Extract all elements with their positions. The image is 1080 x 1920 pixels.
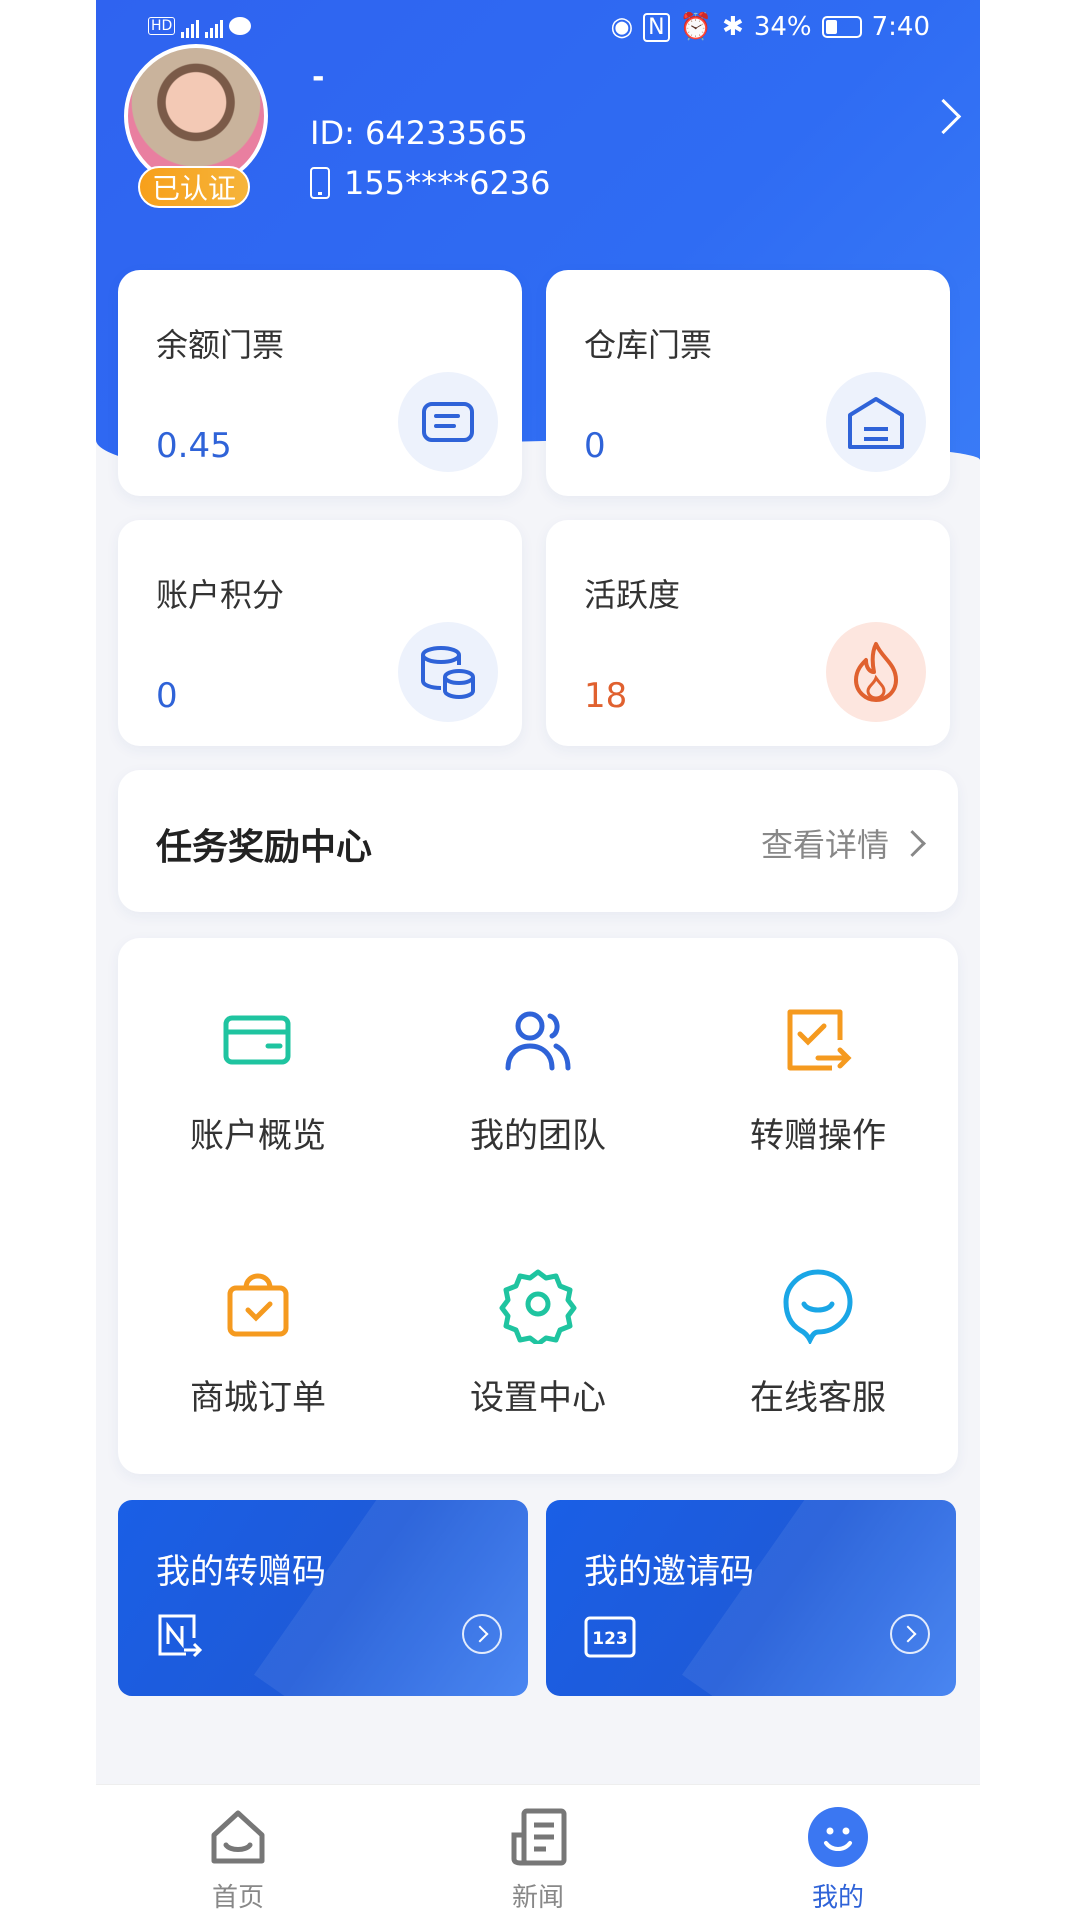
stat-label: 余额门票 [156,326,285,364]
stat-value: 0 [156,676,178,716]
transfer-icon [778,1002,858,1082]
tab-mine[interactable]: 我的 [758,1805,918,1914]
app-screen: HD ◉ N ⏰ ✱ 34% 7:40 已认证 - ID: 64233565 1… [96,0,980,1920]
signal-icon-2 [205,14,224,38]
grid-item-settings[interactable]: 设置中心 [398,1200,678,1440]
balance-ticket-card[interactable]: 余额门票 0.45 [118,270,522,496]
view-details-label: 查看详情 [760,826,889,864]
home-icon [206,1805,270,1869]
battery-percent: 34% [753,12,812,42]
chevron-right-icon [899,829,926,857]
stat-label: 账户积分 [156,576,285,614]
warehouse-ticket-card[interactable]: 仓库门票 0 [546,270,950,496]
smile-face-icon [806,1805,870,1869]
my-transfer-code-card[interactable]: 我的转赠码 [118,1500,528,1696]
battery-icon [821,16,862,38]
task-reward-center[interactable]: 任务奖励中心 查看详情 [118,770,958,912]
nfc-icon: N [643,12,670,42]
flame-icon [826,622,926,722]
card-icon [218,1002,298,1082]
activity-card[interactable]: 活跃度 18 [546,520,950,746]
tab-label: 新闻 [511,1883,564,1913]
tab-label: 我的 [811,1883,864,1913]
my-invite-code-card[interactable]: 我的邀请码 123 [546,1500,956,1696]
card-sheen [682,1500,956,1696]
battery-fill [825,20,837,34]
user-id: ID: 64233565 [310,114,528,152]
team-icon [498,1002,578,1082]
gear-icon [498,1264,578,1347]
bottom-tab-bar: 首页 新闻 我的 [96,1784,980,1920]
phone-number: 155****6236 [344,164,551,202]
wechat-icon [229,17,252,35]
grid-label: 商城订单 [190,1378,326,1418]
grid-item-my-team[interactable]: 我的团队 [398,938,678,1178]
avatar-area[interactable]: 已认证 [124,44,274,214]
signal-icon [181,14,200,38]
view-details-link[interactable]: 查看详情 [760,820,926,866]
stat-label: 仓库门票 [584,326,713,364]
grid-label: 账户概览 [190,1116,326,1156]
svg-text:123: 123 [592,1629,628,1649]
grid-label: 转赠操作 [750,1116,886,1156]
clock: 7:40 [871,12,930,42]
grid-label: 设置中心 [470,1378,606,1418]
stat-value: 0 [584,426,606,466]
shopping-bag-icon [218,1264,298,1344]
ticket-icon [398,372,498,472]
task-center-title: 任务奖励中心 [156,827,373,868]
grid-item-online-service[interactable]: 在线客服 [678,1200,958,1440]
stat-label: 活跃度 [584,576,681,614]
alarm-icon: ⏰ [679,12,713,42]
arrow-circle-icon [890,1614,930,1654]
grid-item-account-overview[interactable]: 账户概览 [118,938,398,1178]
grid-label: 在线客服 [750,1378,886,1418]
tab-label: 首页 [211,1883,264,1913]
n-transfer-icon [156,1612,204,1660]
stat-value: 18 [584,676,628,716]
coins-icon [398,622,498,722]
news-icon [506,1805,570,1869]
verified-badge: 已认证 [138,166,250,208]
grid-item-mall-orders[interactable]: 商城订单 [118,1200,398,1440]
grid-label: 我的团队 [470,1116,606,1156]
stat-value: 0.45 [156,426,232,466]
arrow-circle-icon [462,1614,502,1654]
tab-home[interactable]: 首页 [158,1805,318,1914]
bluetooth-icon: ✱ [722,12,744,42]
eye-icon: ◉ [610,12,634,42]
code-card-title: 我的转赠码 [156,1552,326,1592]
function-grid: 账户概览 我的团队 转赠操作 商城订单 设置中心 在线客服 [118,938,958,1474]
phone-row: 155****6236 [310,164,551,202]
123-icon: 123 [584,1612,636,1660]
hd-badge: HD [148,17,176,35]
nickname: - [312,60,325,95]
tab-news[interactable]: 新闻 [458,1805,618,1914]
grid-item-transfer[interactable]: 转赠操作 [678,938,958,1178]
mobile-phone-icon [310,167,330,199]
points-card[interactable]: 账户积分 0 [118,520,522,746]
network-indicators: HD [148,14,252,38]
warehouse-icon [826,372,926,472]
code-card-title: 我的邀请码 [584,1552,754,1592]
chat-smile-icon [778,1264,858,1346]
card-sheen [254,1500,528,1696]
